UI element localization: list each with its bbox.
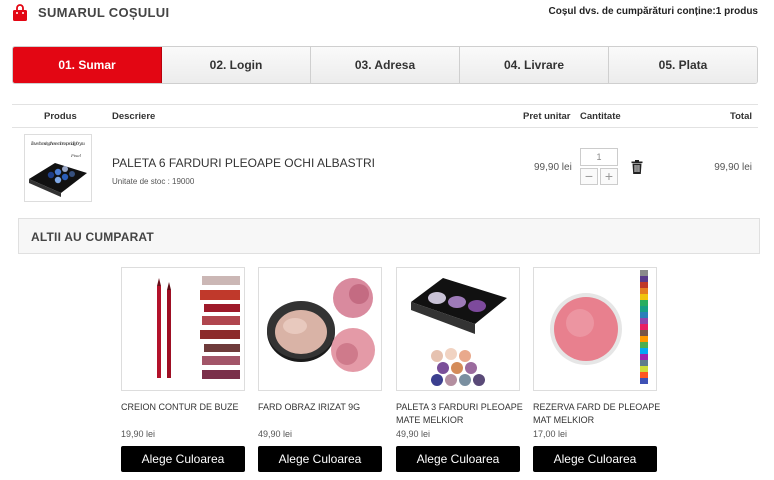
shopping-bag-icon [13, 4, 27, 21]
product-price: 17,00 lei [533, 429, 568, 439]
thumb-brand: Pixel [70, 153, 82, 158]
product-name[interactable]: PALETA 6 FARDURI PLEOAPE OCHI ALBASTRI [112, 156, 375, 170]
product-image[interactable] [533, 267, 657, 391]
unit-price: 99,90 lei [534, 162, 572, 173]
eyeshadow-palette-image: I love choosing these colors specially f… [29, 141, 87, 197]
product-image[interactable] [258, 267, 382, 391]
others-bought-title: ALTII AU CUMPARAT [31, 230, 154, 244]
page-title: SUMARUL COȘULUI [38, 5, 170, 20]
quantity-increase-button[interactable]: + [600, 168, 618, 185]
choose-color-button[interactable]: Alege Culoarea [258, 446, 382, 472]
quantity-input[interactable]: 1 [580, 148, 618, 166]
thumb-caption: I love choosing these colors specially f… [30, 141, 85, 146]
step-delivery[interactable]: 04. Livrare [460, 47, 609, 83]
product-name[interactable]: CREION CONTUR DE BUZE [121, 401, 249, 414]
row-total: 99,90 lei [714, 162, 752, 173]
quantity-decrease-button[interactable]: − [580, 168, 598, 185]
step-address[interactable]: 03. Adresa [311, 47, 460, 83]
trash-icon[interactable] [631, 160, 643, 174]
lip-liner-image [157, 276, 240, 379]
palette-image [411, 278, 507, 386]
header-product: Produs [44, 111, 77, 122]
blush-compact-image [267, 278, 375, 372]
step-login[interactable]: 02. Login [162, 47, 311, 83]
product-image[interactable] [121, 267, 245, 391]
product-price: 49,90 lei [258, 429, 293, 439]
product-price: 49,90 lei [396, 429, 431, 439]
checkout-steps: 01. Sumar 02. Login 03. Adresa 04. Livra… [12, 46, 758, 84]
step-payment[interactable]: 05. Plata [609, 47, 757, 83]
cart-row: I love choosing these colors specially f… [12, 128, 758, 208]
product-thumbnail[interactable]: I love choosing these colors specially f… [24, 134, 92, 202]
cart-table-header: Produs Descriere Pret unitar Cantitate T… [12, 104, 758, 128]
product-image[interactable] [396, 267, 520, 391]
choose-color-button[interactable]: Alege Culoarea [533, 446, 657, 472]
product-name[interactable]: REZERVA FARD DE PLEOAPE MAT MELKIOR [533, 401, 661, 427]
product-name[interactable]: PALETA 3 FARDURI PLEOAPE MATE MELKIOR [396, 401, 524, 427]
header-total: Total [730, 111, 752, 122]
eyeshadow-refill-image [550, 270, 648, 384]
product-name[interactable]: FARD OBRAZ IRIZAT 9G [258, 401, 386, 414]
product-price: 19,90 lei [121, 429, 156, 439]
header-unit-price: Pret unitar [523, 111, 571, 122]
choose-color-button[interactable]: Alege Culoarea [396, 446, 520, 472]
page-header: SUMARUL COȘULUI Coșul dvs. de cumpărătur… [0, 0, 774, 28]
others-bought-section: ALTII AU CUMPARAT [18, 218, 760, 254]
header-quantity: Cantitate [580, 111, 621, 122]
choose-color-button[interactable]: Alege Culoarea [121, 446, 245, 472]
step-summary[interactable]: 01. Sumar [13, 47, 162, 83]
cart-summary: Coșul dvs. de cumpărături conține:1 prod… [548, 6, 758, 17]
header-description: Descriere [112, 111, 156, 122]
product-sku: Unitate de stoc : 19000 [112, 177, 195, 186]
